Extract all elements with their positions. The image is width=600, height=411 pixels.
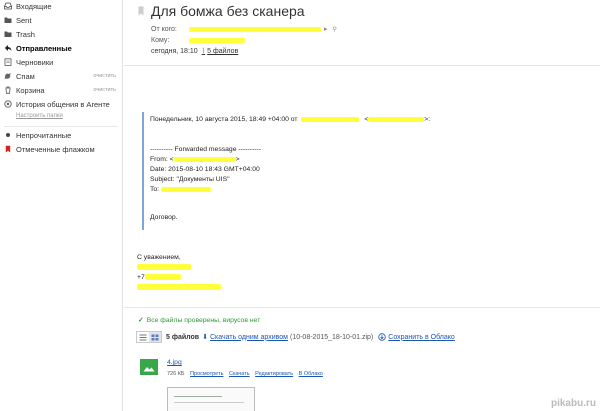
cloud-save-icon [378, 333, 386, 341]
attachments-count: 5 файлов [166, 333, 200, 341]
send-icon [4, 44, 12, 52]
inbox-icon [4, 2, 12, 10]
configure-folders-link[interactable]: Настроить папки [16, 113, 63, 119]
forward-date: Date: 2015-08-10 18:43 GMT+04:00 [150, 166, 260, 173]
redacted-recipient[interactable] [189, 37, 245, 43]
sidebar-item-sent[interactable]: Отправленные [4, 42, 118, 54]
clear-bin-link[interactable]: очистить [93, 87, 116, 93]
sidebar-item-label: Спам [16, 71, 35, 81]
agent-icon [4, 100, 12, 108]
sidebar-item-label: История общения в Агенте [16, 99, 110, 109]
redacted-name [301, 116, 360, 122]
sidebar-item-label: Корзина [16, 85, 45, 95]
sidebar-filter-flagged[interactable]: Отмеченные флажком [4, 143, 118, 155]
folder-icon [4, 16, 12, 24]
forward-from: From: < > [150, 156, 240, 163]
attachment-preview[interactable] [167, 387, 255, 411]
from-label: От кого: [151, 25, 177, 33]
clear-spam-link[interactable]: очистить [93, 73, 116, 79]
sidebar-item-label: Sent [16, 15, 32, 25]
signature-phone: +7 [137, 274, 181, 281]
attachment-actions: 726 КБ Просмотреть Скачать Редактировать… [167, 371, 323, 377]
sidebar-item-label: Trash [16, 29, 35, 39]
sender-menu-icon[interactable]: ▸ [324, 25, 328, 33]
attachments-divider [124, 307, 600, 308]
sidebar-item-bin[interactable]: Корзина очистить [4, 84, 118, 96]
preview-link[interactable]: Просмотреть [190, 371, 223, 377]
sidebar-item-label: Входящие [16, 1, 52, 11]
sidebar-item-sent-folder[interactable]: Sent [4, 14, 118, 26]
watermark: pikabu.ru [550, 398, 596, 409]
message-body: Понедельник, 10 августа 2015, 18:49 +04:… [124, 67, 600, 411]
download-link[interactable]: Скачать [229, 371, 250, 377]
sidebar-item-label: Отмеченные флажком [16, 144, 95, 154]
archive-name: (10-08-2015_18-10-01.zip) [289, 333, 374, 341]
redacted-forward-sender[interactable] [173, 156, 236, 162]
forward-to: To: [150, 186, 212, 193]
drafts-icon [4, 58, 12, 66]
sidebar-item-inbox[interactable]: Входящие [4, 0, 118, 12]
download-archive-link[interactable]: Скачать одним архивом [210, 334, 288, 341]
check-icon: ✓ [138, 317, 144, 324]
sidebar-item-label: Отправленные [16, 43, 72, 53]
redacted-forward-recipient[interactable] [161, 186, 212, 192]
message-date: сегодня, 18:10 [151, 47, 198, 55]
files-link[interactable]: ⌇ 5 файлов [202, 47, 239, 55]
attachment-size: 726 КБ [167, 371, 185, 377]
to-cloud-link[interactable]: В Облако [299, 371, 323, 377]
attachments-toolbar: 5 файлов ⬇ Скачать одним архивом (10-08-… [136, 330, 455, 344]
sidebar-item-agent-history[interactable]: История общения в Агенте [4, 98, 118, 110]
forward-subject: Subject: "Документы UIS" [150, 176, 230, 183]
message-subject: Для бомжа без сканера [151, 3, 305, 19]
sidebar-divider [4, 126, 118, 127]
save-to-cloud-link[interactable]: Сохранить в Облако [388, 334, 455, 341]
regards-text: С уважением, [137, 254, 181, 261]
forwarded-header: ---------- Forwarded message ---------- [150, 146, 262, 153]
sidebar-item-drafts[interactable]: Черновики [4, 56, 118, 68]
quote-intro: Понедельник, 10 августа 2015, 18:49 +04:… [150, 116, 431, 123]
quoted-block: Понедельник, 10 августа 2015, 18:49 +04:… [142, 112, 442, 230]
date-row: сегодня, 18:10 ⌇ 5 файлов [151, 46, 238, 56]
signature-name [137, 264, 191, 271]
search-icon[interactable]: ⚲ [333, 26, 337, 33]
paperclip-icon: ⌇ [201, 48, 206, 55]
sidebar-item-trash-folder[interactable]: Trash [4, 28, 118, 40]
attachment-filename[interactable]: 4.jpg [167, 359, 182, 366]
message-header: Для бомжа без сканера От кого: ▸ ⚲ Кому:… [124, 0, 600, 66]
signature-email[interactable] [137, 284, 221, 291]
grid-view-icon[interactable] [149, 332, 161, 342]
flag-toggle-icon[interactable] [138, 6, 144, 16]
contract-text: Договор. [150, 214, 178, 221]
image-file-icon[interactable] [140, 359, 158, 375]
from-row: От кого: ▸ ⚲ [151, 24, 337, 34]
trash-icon [4, 86, 12, 94]
sidebar-item-label: Непрочитанные [16, 130, 72, 140]
sidebar-item-spam[interactable]: Спам очистить [4, 70, 118, 82]
folder-icon [4, 30, 12, 38]
redacted-sender[interactable] [189, 26, 321, 32]
edit-link[interactable]: Редактировать [255, 371, 293, 377]
download-icon: ⬇ [202, 334, 208, 341]
list-view-icon[interactable] [137, 332, 149, 342]
sidebar: Входящие Sent Trash Отправленные Чернови… [0, 0, 123, 411]
unread-dot-icon [4, 131, 12, 139]
to-row: Кому: [151, 35, 245, 45]
to-label: Кому: [151, 36, 170, 44]
spam-icon [4, 72, 12, 80]
virus-check-status: ✓ Все файлы проверены, вирусов нет [138, 316, 261, 325]
flag-icon [4, 145, 12, 153]
redacted-email[interactable] [368, 116, 425, 122]
view-toggle [136, 331, 162, 343]
sidebar-item-label: Черновики [16, 57, 54, 67]
sidebar-filter-unread[interactable]: Непрочитанные [4, 129, 118, 141]
